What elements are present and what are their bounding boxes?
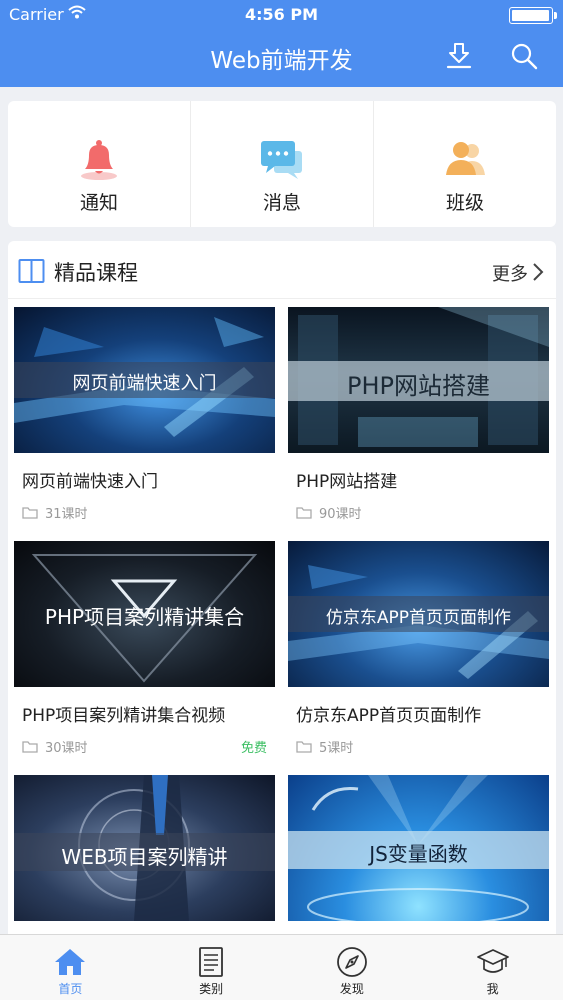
tab-category[interactable]: 类别 [141, 935, 282, 1000]
download-icon[interactable] [444, 41, 474, 71]
course-thumbnail: 网页前端快速入门 [14, 307, 275, 453]
course-hours-label: 5课时 [319, 741, 354, 756]
course-card[interactable]: 仿京东APP首页页面制作 仿京东APP首页页面制作 5课时 [288, 541, 549, 761]
course-hours: 31课时 [22, 503, 88, 522]
tab-label: 首页 [58, 982, 83, 996]
course-card[interactable]: PHP网站搭建 PHP网站搭建 90课时 [288, 307, 549, 527]
thumbnail-caption: WEB项目案列精讲 [61, 845, 228, 869]
course-hours-label: 30课时 [45, 741, 88, 756]
folder-icon [296, 741, 312, 753]
tab-home[interactable]: 首页 [0, 935, 141, 1000]
tab-label: 类别 [199, 982, 224, 996]
search-icon[interactable] [509, 41, 539, 71]
course-hours: 90课时 [296, 503, 362, 522]
section-title: 精品课程 [54, 261, 138, 285]
course-thumbnail: PHP网站搭建 [288, 307, 549, 453]
status-bar: Carrier 4:56 PM [0, 0, 563, 30]
tab-bar: 首页 类别 发现 我 [0, 934, 563, 1000]
tab-label: 发现 [339, 982, 364, 996]
featured-courses-section: 精品课程 更多 网页前端快速入门 网页前端快速入门 31课时 PHP网站搭建 P… [8, 241, 556, 941]
folder-icon [22, 507, 38, 519]
section-header: 精品课程 更多 [8, 241, 556, 299]
battery-fill [512, 10, 549, 21]
course-thumbnail: WEB项目案列精讲 [14, 775, 275, 921]
chat-bubbles-icon [261, 141, 302, 179]
battery-icon [509, 7, 557, 24]
folder-icon [296, 507, 312, 519]
course-card[interactable]: WEB项目案列精讲 [14, 775, 275, 935]
graduation-cap-icon [476, 949, 509, 973]
course-title: PHP网站搭建 [296, 472, 398, 492]
quick-entry-class[interactable]: 班级 [373, 101, 556, 227]
status-time: 4:56 PM [244, 5, 318, 24]
bell-icon [81, 140, 117, 180]
home-icon [55, 949, 86, 975]
thumbnail-caption: JS变量函数 [369, 842, 468, 866]
more-link[interactable]: 更多 [492, 260, 528, 286]
folder-icon [22, 741, 38, 753]
course-hours-label: 90课时 [319, 507, 362, 522]
tab-label: 我 [486, 982, 499, 996]
quick-entry-label: 消息 [262, 192, 301, 214]
course-title: 网页前端快速入门 [22, 472, 158, 492]
course-hours: 30课时 [22, 737, 88, 756]
tab-discover[interactable]: 发现 [282, 935, 423, 1000]
people-icon [446, 142, 485, 175]
thumbnail-caption: PHP网站搭建 [347, 372, 490, 400]
tab-me[interactable]: 我 [422, 935, 563, 1000]
course-title: 仿京东APP首页页面制作 [296, 706, 482, 726]
course-title: PHP项目案列精讲集合视频 [22, 706, 226, 726]
quick-entry-message[interactable]: 消息 [190, 101, 373, 227]
course-hours-label: 31课时 [45, 507, 88, 522]
chevron-right-icon[interactable] [532, 262, 544, 282]
course-card[interactable]: PHP项目案列精讲集合 PHP项目案列精讲集合视频 30课时 免费 [14, 541, 275, 761]
free-badge: 免费 [240, 741, 267, 756]
thumbnail-caption: 仿京东APP首页页面制作 [325, 608, 512, 628]
thumbnail-caption: 网页前端快速入门 [72, 373, 217, 394]
thumbnail-caption: PHP项目案列精讲集合 [44, 605, 245, 629]
course-card[interactable]: JS变量函数 [288, 775, 549, 935]
quick-entry-label: 通知 [79, 192, 118, 214]
list-icon [199, 947, 224, 977]
quick-entry-label: 班级 [445, 192, 484, 214]
course-card[interactable]: 网页前端快速入门 网页前端快速入门 31课时 [14, 307, 275, 527]
page-title: Web前端开发 [210, 48, 353, 74]
quick-entry-card: 通知 消息 班级 [8, 101, 556, 227]
compass-icon [336, 947, 367, 977]
course-thumbnail: 仿京东APP首页页面制作 [288, 541, 549, 687]
app-header: Carrier 4:56 PM Web前端开发 [0, 0, 563, 87]
course-thumbnail: JS变量函数 [288, 775, 549, 921]
book-icon [18, 259, 45, 283]
quick-entry-notice[interactable]: 通知 [8, 101, 190, 227]
course-thumbnail: PHP项目案列精讲集合 [14, 541, 275, 687]
course-hours: 5课时 [296, 737, 353, 756]
